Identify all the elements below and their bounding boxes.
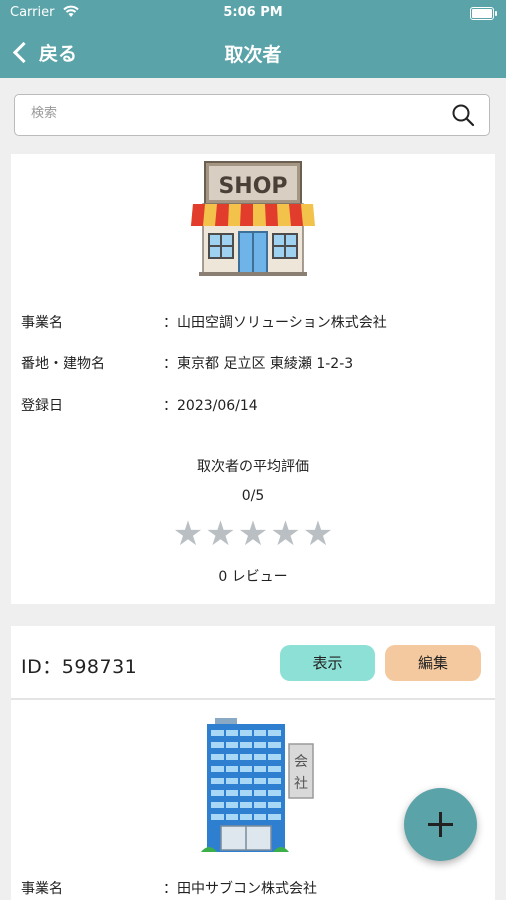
office-building-icon: 会 社: [201, 718, 314, 852]
svg-text:社: 社: [294, 776, 308, 792]
star-icon: ★: [237, 514, 269, 554]
field-value: ：東京都 足立区 東綾瀬 1-2-3: [163, 356, 354, 372]
field-label: 事業名: [21, 315, 63, 331]
svg-text:SHOP: SHOP: [218, 174, 287, 199]
intermediary-card: SHOP 事業名 ：山田空調ソリューション株式会社 番地・建物名 ：東京都 足立…: [11, 154, 495, 604]
search-input[interactable]: [29, 105, 433, 122]
battery-icon: [470, 7, 497, 20]
show-button[interactable]: 表示: [280, 645, 375, 681]
shop-icon: SHOP: [191, 161, 315, 276]
rating-title: 取次者の平均評価: [197, 459, 309, 475]
navigation-bar: 戻る 取次者: [0, 26, 506, 78]
add-button[interactable]: [404, 788, 477, 861]
star-icon: ★: [270, 514, 301, 554]
id-label: ID：598731: [21, 656, 138, 678]
review-count: 0 レビュー: [218, 569, 288, 585]
card-header: ID：598731 表示 編集: [11, 626, 495, 700]
intermediary-card: ID：598731 表示 編集 会 社 事業名 ：田中サブコン株式会社: [11, 626, 495, 900]
field-label: 番地・建物名: [21, 356, 105, 372]
page-title: 取次者: [224, 44, 282, 66]
star-icon: ★: [172, 514, 204, 554]
search-box: [14, 94, 490, 136]
search-icon[interactable]: [451, 103, 475, 127]
clock: 5:06 PM: [223, 5, 283, 20]
field-value: ：田中サブコン株式会社: [163, 881, 317, 897]
search-area: [0, 78, 506, 154]
field-value: ：2023/06/14: [163, 398, 258, 414]
field-label: 事業名: [21, 881, 63, 897]
field-label: 登録日: [21, 398, 63, 414]
status-bar: Carrier 5:06 PM: [0, 0, 506, 26]
rating-value: 0/5: [241, 488, 265, 504]
star-icon: ★: [302, 514, 334, 554]
star-icon: ★: [205, 514, 236, 554]
field-value: ：山田空調ソリューション株式会社: [163, 315, 387, 331]
edit-button[interactable]: 編集: [385, 645, 481, 681]
svg-text:会: 会: [294, 754, 308, 770]
star-rating: ★★★★★: [11, 517, 495, 551]
